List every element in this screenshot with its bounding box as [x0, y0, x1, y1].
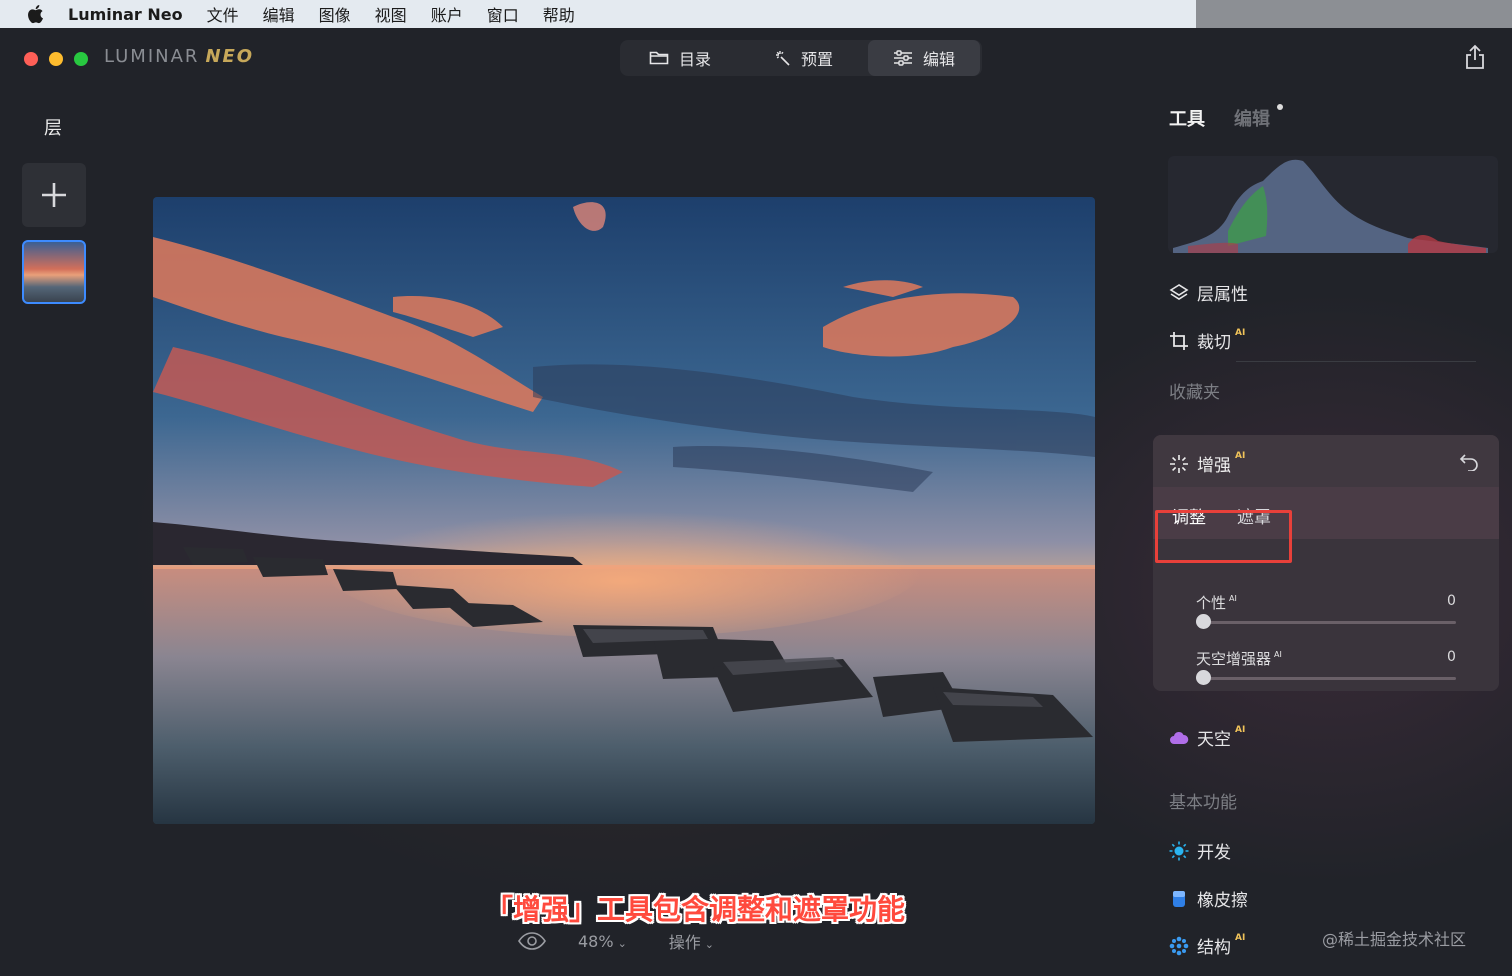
folder-icon	[649, 51, 669, 65]
reset-icon[interactable]	[1459, 453, 1479, 471]
tool-sky-label: 天空	[1197, 730, 1231, 750]
tab-catalog-label: 目录	[678, 50, 711, 69]
app-name-menu[interactable]: Luminar Neo	[68, 5, 183, 24]
ai-badge: AI	[1235, 724, 1246, 735]
tool-layer-properties[interactable]: 层属性	[1169, 280, 1248, 305]
ai-badge: AI	[1235, 932, 1246, 943]
annotation-caption: 「增强」工具包含调整和遮罩功能	[484, 893, 905, 926]
tool-crop-label: 裁切	[1197, 333, 1231, 353]
slider-track-personality[interactable]	[1196, 621, 1456, 624]
watermark: @稀土掘金技术社区	[1322, 930, 1467, 949]
menu-bar: Luminar Neo 文件 编辑 图像 视图 账户 窗口 帮助	[0, 0, 1196, 28]
layers-icon	[1169, 283, 1189, 300]
eraser-icon	[1173, 890, 1185, 907]
sliders-icon	[893, 50, 912, 66]
tab-catalog[interactable]: 目录	[620, 40, 740, 76]
tab-edit[interactable]: 编辑	[868, 40, 980, 76]
menu-account[interactable]: 账户	[431, 2, 463, 26]
tab-edit-label: 编辑	[922, 50, 955, 69]
zoom-dropdown[interactable]: 48% ⌄	[578, 932, 627, 951]
plus-icon	[42, 183, 66, 207]
menu-bar-extras	[1196, 0, 1512, 28]
tool-crop[interactable]: 裁切 AI	[1169, 328, 1245, 353]
app-logo: LUMINAR NEO	[104, 46, 254, 67]
slider-label-sky-enhancer: 天空增强器 AI	[1196, 650, 1282, 668]
actions-dropdown[interactable]: 操作 ⌄	[669, 929, 714, 953]
menu-image[interactable]: 图像	[319, 2, 351, 26]
logo-main: LUMINAR	[104, 46, 200, 67]
crop-icon	[1170, 331, 1188, 350]
maximize-window-button[interactable]	[74, 52, 88, 66]
minimize-window-button[interactable]	[49, 52, 63, 66]
tool-develop-label: 开发	[1197, 843, 1231, 863]
tool-develop[interactable]: 开发	[1169, 838, 1231, 863]
apple-icon[interactable]	[26, 4, 44, 24]
sun-icon	[1169, 841, 1189, 860]
layer-thumbnail[interactable]	[22, 240, 86, 304]
close-window-button[interactable]	[24, 52, 38, 66]
enhance-title-label: 增强	[1197, 456, 1231, 476]
menu-window[interactable]: 窗口	[487, 2, 519, 26]
chevron-down-icon: ⌄	[617, 936, 627, 950]
edits-indicator-dot	[1277, 104, 1283, 110]
app-window: LUMINAR NEO 目录 预置 编辑 层 工具 编辑 层属性 裁切 AI 收…	[0, 28, 1512, 976]
cloud-icon	[1170, 731, 1189, 744]
tab-presets-label: 预置	[800, 50, 833, 69]
tool-structure-label: 结构	[1197, 938, 1231, 958]
ai-badge: AI	[1235, 450, 1246, 461]
slider-knob-personality[interactable]	[1196, 614, 1211, 629]
photo-canvas	[153, 197, 1095, 824]
tool-sky[interactable]: 天空 AI	[1169, 725, 1245, 750]
tool-eraser[interactable]: 橡皮擦	[1169, 886, 1248, 911]
logo-sub: NEO	[205, 46, 255, 67]
tab-tools[interactable]: 工具	[1169, 105, 1205, 131]
tool-structure[interactable]: 结构 AI	[1169, 933, 1245, 958]
structure-icon	[1169, 936, 1189, 955]
slider-value-personality: 0	[1447, 593, 1456, 609]
histogram	[1168, 156, 1498, 253]
menu-file[interactable]: 文件	[207, 2, 239, 26]
tab-presets[interactable]: 预置	[740, 40, 868, 76]
eye-icon[interactable]	[518, 932, 546, 950]
bottom-toolbar: 48% ⌄ 操作 ⌄	[518, 926, 714, 956]
menu-help[interactable]: 帮助	[543, 2, 575, 26]
enhance-title: 增强 AI	[1169, 451, 1245, 476]
magic-wand-icon	[775, 51, 790, 66]
share-icon[interactable]	[1464, 44, 1486, 70]
basic-section-title[interactable]: 基本功能	[1169, 788, 1237, 813]
tool-eraser-label: 橡皮擦	[1197, 891, 1248, 911]
menu-edit[interactable]: 编辑	[263, 2, 295, 26]
slider-label-personality: 个性 AI	[1196, 594, 1237, 612]
enhance-tool-card: 增强 AI 调整 遮罩 个性 AI 0 天空增强器 AI 0	[1153, 435, 1499, 691]
slider-knob-sky-enhancer[interactable]	[1196, 670, 1211, 685]
top-tabs: 目录 预置 编辑	[620, 40, 982, 76]
favorites-section-title[interactable]: 收藏夹	[1169, 378, 1220, 403]
chevron-down-icon: ⌄	[704, 938, 715, 951]
add-layer-button[interactable]	[22, 163, 86, 227]
layers-title: 层	[44, 118, 62, 139]
enhance-header[interactable]: 增强 AI	[1153, 435, 1499, 487]
menu-view[interactable]: 视图	[375, 2, 407, 26]
main-photo	[153, 197, 1095, 824]
tool-layer-properties-label: 层属性	[1197, 285, 1248, 305]
highlight-annotation-box	[1155, 510, 1292, 563]
ai-badge: AI	[1235, 327, 1246, 338]
slider-value-sky-enhancer: 0	[1447, 649, 1456, 665]
divider	[1236, 361, 1476, 362]
tab-edits[interactable]: 编辑	[1234, 105, 1270, 131]
slider-track-sky-enhancer[interactable]	[1196, 677, 1456, 680]
sparkle-icon	[1170, 454, 1188, 473]
